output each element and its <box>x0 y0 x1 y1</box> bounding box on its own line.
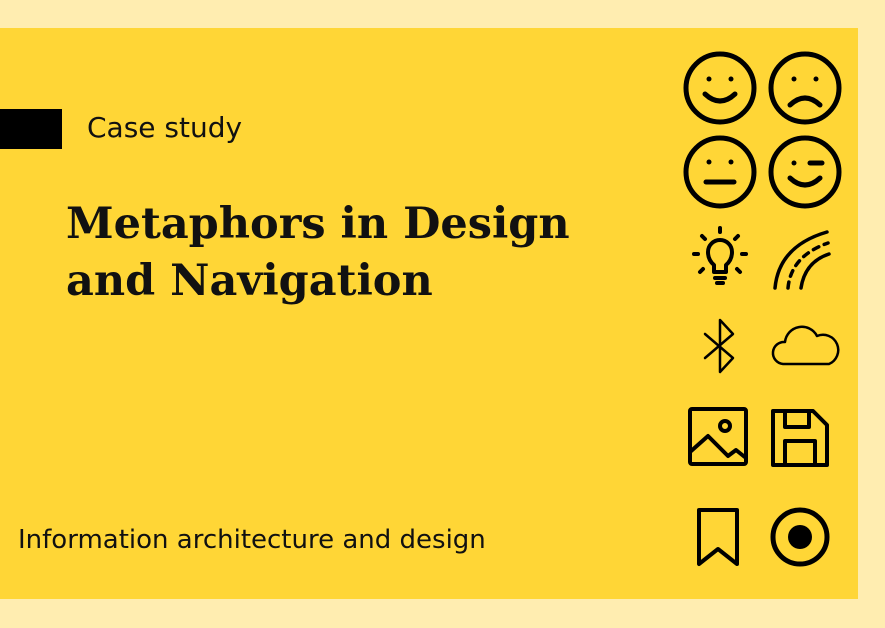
title-line-2: and Navigation <box>66 256 433 306</box>
cover-card: Case study Metaphors in Design and Navig… <box>0 28 858 599</box>
bookmark-icon <box>680 494 760 574</box>
road-icon <box>765 216 845 296</box>
bluetooth-icon <box>680 306 760 386</box>
radio-button-icon <box>765 494 845 574</box>
cloud-icon <box>765 306 845 386</box>
title-line-1: Metaphors in Design <box>66 199 570 249</box>
tag-label: Case study <box>87 111 243 144</box>
image-icon <box>680 396 760 476</box>
smiling-face-icon <box>680 48 760 128</box>
winking-face-icon <box>765 132 845 212</box>
neutral-face-icon <box>680 132 760 212</box>
floppy-disk-icon <box>765 396 845 476</box>
page-title: Metaphors in Design and Navigation <box>66 196 626 310</box>
frowning-face-icon <box>765 48 845 128</box>
tag-marker <box>0 109 62 149</box>
subtitle: Information architecture and design <box>18 525 486 555</box>
lightbulb-icon <box>680 216 760 296</box>
